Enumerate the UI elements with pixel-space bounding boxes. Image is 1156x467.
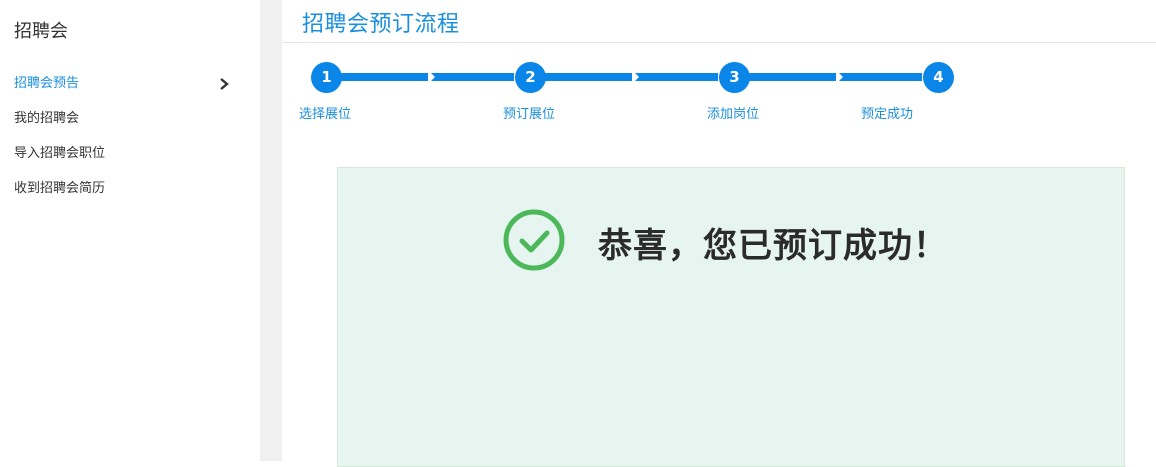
chevron-right-icon bbox=[220, 78, 229, 90]
sidebar-list: 招聘会预告 我的招聘会 导入招聘会职位 收到招聘会简历 bbox=[0, 70, 260, 210]
sidebar-item-my-job-fairs[interactable]: 我的招聘会 bbox=[0, 105, 260, 140]
sidebar-item-label: 我的招聘会 bbox=[14, 111, 80, 126]
success-message: 恭喜，您已预订成功！ bbox=[598, 226, 948, 266]
sidebar-item-job-fair-preview[interactable]: 招聘会预告 bbox=[0, 70, 260, 105]
step-separator-icon bbox=[632, 70, 639, 84]
main-content: 招聘会预订流程 1 2 3 4 选择展位 预订展位 添加岗位 预定成功 恭喜，您… bbox=[282, 0, 1156, 467]
sidebar-item-label: 收到招聘会简历 bbox=[14, 181, 106, 196]
sidebar-item-label: 招聘会预告 bbox=[14, 76, 80, 91]
title-divider bbox=[282, 42, 1156, 43]
step-circle-3: 3 bbox=[719, 62, 750, 93]
progress-segment-1 bbox=[326, 73, 514, 81]
layout-gutter bbox=[260, 0, 282, 461]
progress-segment-3 bbox=[734, 73, 922, 81]
step-label-1: 选择展位 bbox=[299, 107, 352, 122]
step-separator-icon bbox=[428, 70, 435, 84]
step-separator-icon bbox=[836, 70, 843, 84]
sidebar-title: 招聘会 bbox=[14, 21, 68, 42]
sidebar-item-received-resumes[interactable]: 收到招聘会简历 bbox=[0, 175, 260, 210]
step-circle-4: 4 bbox=[923, 62, 954, 93]
step-progress: 1 2 3 4 选择展位 预订展位 添加岗位 预定成功 bbox=[282, 60, 1156, 130]
sidebar: 招聘会 招聘会预告 我的招聘会 导入招聘会职位 收到招聘会简历 bbox=[0, 0, 260, 461]
step-circle-1: 1 bbox=[311, 62, 342, 93]
success-panel: 恭喜，您已预订成功！ bbox=[337, 167, 1125, 467]
check-circle-icon bbox=[503, 209, 565, 271]
sidebar-item-import-positions[interactable]: 导入招聘会职位 bbox=[0, 140, 260, 175]
page-title: 招聘会预订流程 bbox=[302, 12, 460, 37]
step-label-3: 添加岗位 bbox=[707, 107, 760, 122]
sidebar-item-label: 导入招聘会职位 bbox=[14, 146, 106, 161]
progress-segment-2 bbox=[530, 73, 718, 81]
step-label-4: 预定成功 bbox=[861, 107, 914, 122]
step-label-2: 预订展位 bbox=[503, 107, 556, 122]
step-circle-2: 2 bbox=[515, 62, 546, 93]
